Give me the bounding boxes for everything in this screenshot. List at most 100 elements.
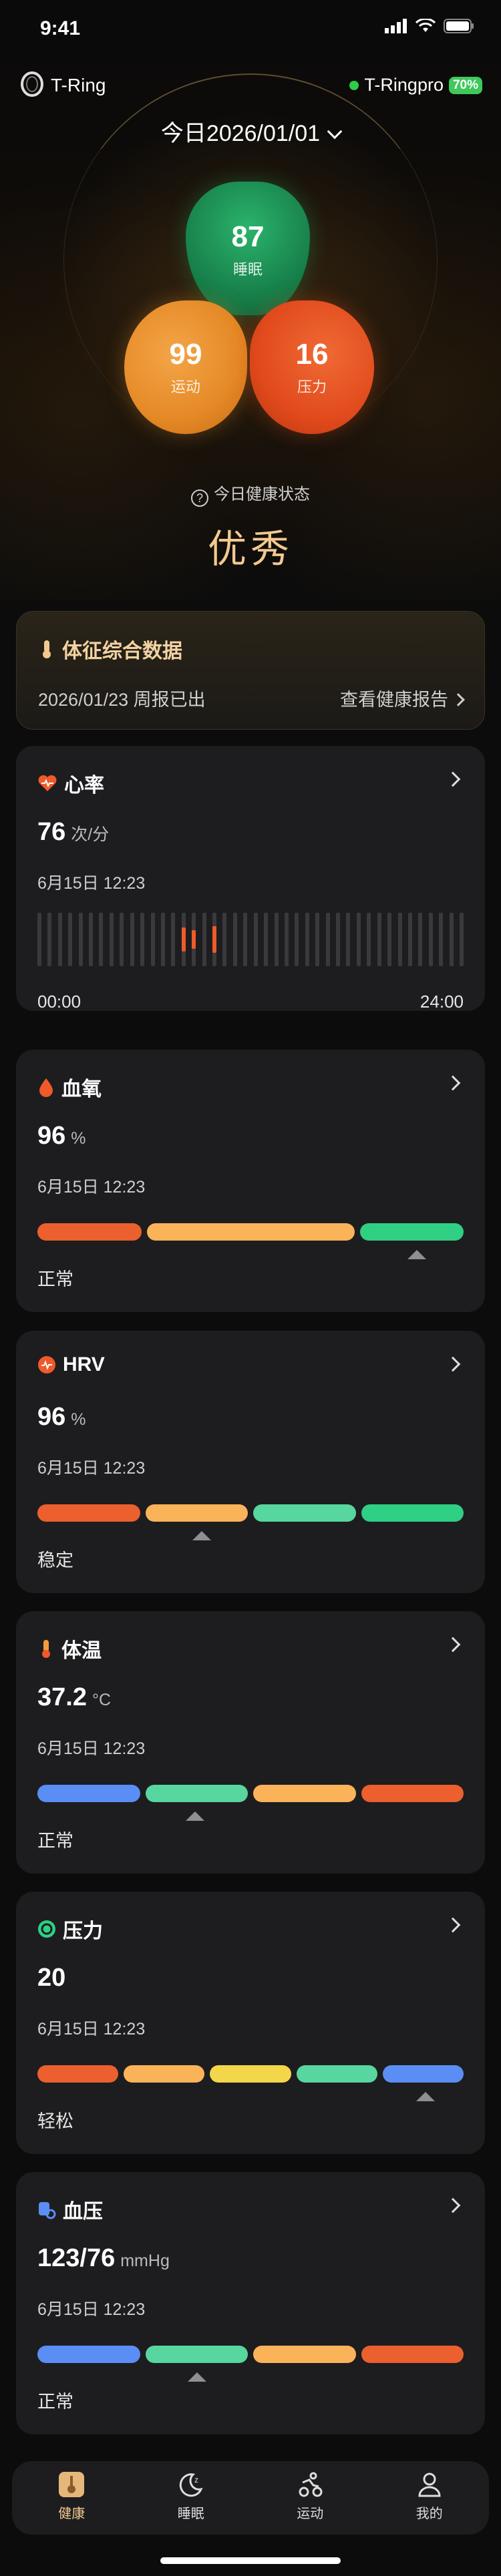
chart-slot — [120, 913, 124, 966]
device-status[interactable]: T-Ringpro 70% — [349, 75, 482, 95]
range-segment — [361, 1504, 464, 1522]
sleep-icon: z — [179, 2473, 203, 2497]
view-report-link[interactable]: 查看健康报告 — [340, 685, 465, 711]
sleep-score[interactable]: 87 睡眠 — [186, 182, 310, 315]
chart-slot — [336, 913, 341, 966]
temperature-status: 正常 — [37, 1831, 73, 1851]
range-segment — [37, 1504, 140, 1522]
temperature-range-bar — [37, 1785, 464, 1802]
device-name: T-Ringpro — [364, 75, 444, 95]
hrv-unit: % — [71, 1410, 86, 1429]
brand-name: T-Ring — [51, 75, 106, 95]
blood-pressure-icon — [39, 2202, 56, 2219]
tab-sport[interactable]: 运动 — [251, 2461, 370, 2535]
chart-slot — [140, 913, 145, 966]
hrv-card[interactable]: HRV 96% 6月15日 12:23 稳定 — [16, 1331, 485, 1593]
stress-title: 压力 — [37, 1914, 103, 1944]
heart-rate-sample — [212, 926, 217, 953]
blood-pressure-number: 123/76 — [37, 2244, 116, 2272]
stress-score-value: 16 — [295, 338, 329, 371]
blood-pressure-time: 6月15日 12:23 — [37, 2300, 146, 2319]
chevron-right-icon[interactable] — [445, 1356, 461, 1372]
blood-pressure-value: 123/76 mmHg — [37, 2244, 170, 2273]
blood-pressure-marker — [188, 2372, 207, 2382]
chart-slot — [264, 913, 269, 966]
hrv-icon — [38, 1356, 55, 1373]
chevron-right-icon[interactable] — [445, 1637, 461, 1653]
chart-slot — [428, 913, 433, 966]
chevron-right-icon[interactable] — [445, 1075, 461, 1091]
chevron-right-icon[interactable] — [445, 1917, 461, 1933]
hrv-range-bar — [37, 1504, 464, 1522]
chart-slot — [89, 913, 94, 966]
range-segment — [253, 1785, 356, 1802]
battery-badge: 70% — [448, 76, 482, 94]
blood-pressure-label: 血压 — [63, 2201, 103, 2223]
health-status-question[interactable]: ? 今日健康状态 — [0, 481, 501, 507]
tab-sport-label: 运动 — [297, 2507, 324, 2521]
battery-icon — [444, 19, 474, 33]
axis-start-label: 00:00 — [37, 992, 81, 1012]
chevron-right-icon[interactable] — [445, 2197, 461, 2213]
chart-slot — [356, 913, 361, 966]
temperature-label: 体温 — [61, 1640, 102, 1662]
heart-rate-card[interactable]: 心率 76 次/分 6月15日 12:23 00:00 24:00 — [16, 746, 485, 1012]
stress-score[interactable]: 16 压力 — [250, 300, 374, 434]
blood-pressure-range-bar — [37, 2346, 464, 2363]
tab-health[interactable]: 健康 — [12, 2461, 132, 2535]
date-text: 今日2026/01/01 — [160, 121, 321, 146]
drop-icon — [39, 1078, 53, 1097]
sleep-score-value: 87 — [231, 220, 265, 253]
thermometer-icon — [43, 640, 51, 658]
sport-score[interactable]: 99 运动 — [124, 300, 247, 434]
range-segment — [37, 1223, 142, 1241]
spo2-value: 96% — [37, 1122, 86, 1150]
spo2-card[interactable]: 血氧 96% 6月15日 12:23 正常 — [16, 1050, 485, 1312]
stress-card[interactable]: 压力 20 6月15日 12:23 轻松 — [16, 1892, 485, 2154]
sport-score-label: 运动 — [170, 379, 200, 395]
blood-pressure-title: 血压 — [37, 2195, 103, 2224]
report-title-text: 体征综合数据 — [62, 640, 182, 662]
chart-slot — [78, 913, 83, 966]
range-segment — [296, 2065, 377, 2083]
report-card[interactable]: 体征综合数据 2026/01/23 周报已出 查看健康报告 — [16, 611, 485, 730]
temperature-card[interactable]: 体温 37.2 °C 6月15日 12:23 正常 — [16, 1611, 485, 1874]
date-selector[interactable]: 今日2026/01/01 — [0, 115, 501, 148]
blood-pressure-card[interactable]: 血压 123/76 mmHg 6月15日 12:23 正常 — [16, 2172, 485, 2434]
spo2-number: 96 — [37, 1122, 66, 1150]
chart-slot — [68, 913, 73, 966]
heart-rate-time: 6月15日 12:23 — [37, 874, 146, 893]
chart-slot — [387, 913, 392, 966]
stress-label: 压力 — [63, 1920, 103, 1942]
range-segment — [361, 2346, 464, 2363]
range-segment — [359, 1223, 464, 1241]
chart-slot — [295, 913, 299, 966]
spo2-range-bar — [37, 1223, 464, 1241]
stress-range-bar — [37, 2065, 464, 2083]
temperature-time: 6月15日 12:23 — [37, 1739, 146, 1758]
chevron-right-icon[interactable] — [445, 771, 461, 787]
tab-sleep[interactable]: z 睡眠 — [132, 2461, 251, 2535]
question-icon: ? — [191, 489, 208, 507]
chart-slot — [109, 913, 114, 966]
hrv-marker — [192, 1531, 211, 1540]
range-segment — [145, 2346, 248, 2363]
range-segment — [253, 2346, 356, 2363]
tab-sleep-label: 睡眠 — [177, 2507, 204, 2521]
report-title: 体征综合数据 — [38, 634, 182, 664]
chart-slot — [243, 913, 248, 966]
temperature-marker — [186, 1811, 205, 1821]
stress-score-label: 压力 — [297, 379, 327, 395]
chart-slot — [37, 913, 41, 966]
top-bar: T-Ring T-Ringpro 70% — [0, 67, 501, 107]
spo2-time: 6月15日 12:23 — [37, 1178, 146, 1197]
spo2-marker — [407, 1250, 426, 1259]
tab-profile[interactable]: 我的 — [370, 2461, 490, 2535]
range-segment — [37, 2346, 140, 2363]
chart-slot — [315, 913, 320, 966]
chart-slot — [99, 913, 104, 966]
tab-profile-label: 我的 — [415, 2507, 443, 2521]
view-report-label: 查看健康报告 — [340, 690, 448, 710]
axis-end-label: 24:00 — [420, 992, 464, 1012]
chart-slot — [171, 913, 176, 966]
